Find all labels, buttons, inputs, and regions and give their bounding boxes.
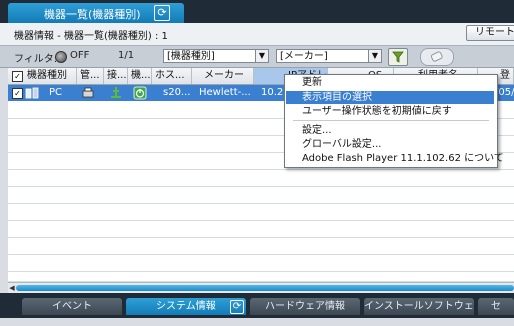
- tab-title: 機器一覧(機器種別): [44, 8, 141, 21]
- maker-select-value: [メーカー]: [280, 51, 328, 62]
- scrollbar-thumb[interactable]: [16, 285, 514, 291]
- cell-host: s20...: [163, 87, 191, 98]
- cell-type: PC: [49, 87, 63, 98]
- chevron-down-icon: ▼: [368, 50, 381, 62]
- row-divider: [8, 203, 514, 204]
- row-divider: [8, 237, 514, 238]
- remote-control-button[interactable]: リモートコ: [466, 25, 514, 41]
- chevron-down-icon: ▼: [255, 50, 268, 62]
- horizontal-scrollbar[interactable]: ◀: [8, 282, 514, 293]
- column-header[interactable]: 機...: [128, 68, 152, 84]
- row-divider: [8, 220, 514, 221]
- tab-more[interactable]: セ: [478, 298, 514, 315]
- menu-item-settings[interactable]: 設定...: [286, 124, 494, 137]
- refresh-icon[interactable]: ⟳: [154, 5, 170, 21]
- maker-select[interactable]: [メーカー] ▼: [276, 49, 382, 63]
- cell-maker: Hewlett-...: [199, 87, 251, 98]
- header-bar: 機器情報 - 機器一覧(機器種別) : 1 リモートコ: [0, 23, 514, 46]
- clear-filter-button[interactable]: [420, 48, 454, 66]
- tab-system-info-label: システム情報: [156, 301, 216, 312]
- page-indicator: 1/1: [118, 50, 135, 61]
- menu-item-about-flash[interactable]: Adobe Flash Player 11.1.102.62 について: [286, 152, 504, 165]
- status-strip: [0, 318, 514, 326]
- refresh-icon[interactable]: ⟳: [230, 300, 244, 314]
- menu-item-reset-state[interactable]: ユーザー操作状態を初期値に戻す: [286, 105, 494, 118]
- row-divider: [8, 186, 514, 187]
- device-type-select-value: [機器種別]: [167, 51, 215, 62]
- network-icon: [111, 87, 121, 98]
- pc-icon: [25, 87, 39, 99]
- tab-events[interactable]: イベント: [22, 298, 122, 315]
- apply-filter-button[interactable]: [388, 48, 408, 66]
- device-type-select[interactable]: [機器種別] ▼: [163, 49, 269, 63]
- menu-item-refresh[interactable]: 更新: [286, 76, 494, 89]
- column-header[interactable]: 機器種別: [24, 68, 77, 84]
- menu-item-select-columns[interactable]: 表示項目の選択: [286, 91, 494, 104]
- filter-state: OFF: [70, 50, 90, 61]
- context-menu: 更新 表示項目の選択 ユーザー操作状態を初期値に戻す 設定... グローバル設定…: [284, 74, 504, 168]
- tab-system-info[interactable]: システム情報: [126, 298, 246, 315]
- tab-installed-software[interactable]: インストールソフトウェ...: [364, 298, 474, 315]
- window-tab-strip: 機器一覧(機器種別) ⟳: [0, 0, 514, 23]
- filter-label: フィルタ:: [14, 54, 58, 65]
- toggle-icon[interactable]: [55, 51, 67, 63]
- tab-device-list[interactable]: 機器一覧(機器種別) ⟳: [8, 3, 184, 23]
- tab-hardware-info[interactable]: ハードウェア情報: [250, 298, 360, 315]
- row-checkbox[interactable]: ✓: [12, 88, 23, 99]
- row-divider: [8, 254, 514, 255]
- funnel-icon: [392, 51, 404, 63]
- printer-icon: [82, 87, 94, 98]
- menu-item-global-settings[interactable]: グローバル設定...: [286, 138, 494, 151]
- page-title: 機器情報 - 機器一覧(機器種別) : 1: [14, 31, 168, 42]
- filter-bar: フィルタ: OFF 1/1 [機器種別] ▼ [メーカー] ▼: [0, 46, 514, 68]
- row-divider: [8, 271, 514, 272]
- power-icon: [133, 86, 147, 100]
- select-all-checkbox[interactable]: ✓: [12, 71, 23, 82]
- menu-separator: [293, 120, 489, 121]
- eraser-icon: [430, 51, 443, 62]
- column-header[interactable]: メーカー: [192, 68, 254, 84]
- column-header[interactable]: ホス...: [152, 68, 192, 84]
- column-header[interactable]: 接...: [104, 68, 128, 84]
- row-divider: [8, 169, 514, 170]
- column-header[interactable]: 管...: [77, 68, 104, 84]
- scroll-left-icon[interactable]: ◀: [8, 283, 16, 293]
